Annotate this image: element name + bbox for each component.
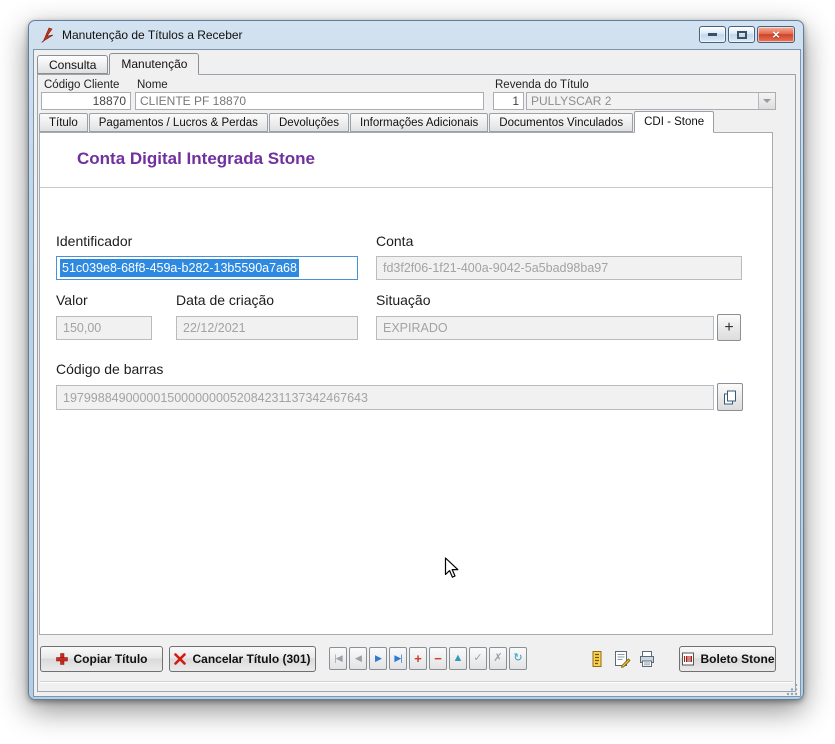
revenda-combo-dropdown-button[interactable]	[758, 93, 775, 109]
cancelar-titulo-label: Cancelar Título (301)	[192, 652, 311, 666]
notepad-icon	[592, 651, 602, 667]
codigo-cliente-field[interactable]: 18870	[41, 92, 131, 110]
window-title: Manutenção de Títulos a Receber	[62, 28, 243, 42]
nav-refresh-button[interactable]: ↻	[509, 647, 527, 670]
copiar-titulo-button[interactable]: Copiar Título	[40, 646, 163, 672]
window-client-area: Consulta Manutenção Código Cliente 18870…	[33, 49, 801, 697]
maximize-button[interactable]	[728, 26, 755, 43]
data-criacao-label: Data de criação	[176, 292, 275, 308]
nav-first-button[interactable]: |◀	[329, 647, 347, 670]
nav-cancel-button[interactable]: ✗	[489, 647, 507, 670]
tab-pagamentos-lucros-perdas[interactable]: Pagamentos / Lucros & Perdas	[88, 113, 268, 132]
cdi-stone-panel: Conta Digital Integrada Stone Identifica…	[39, 132, 773, 635]
status-divider	[40, 681, 793, 682]
minimize-icon	[708, 33, 717, 36]
sub-tab-bar: Título Pagamentos / Lucros & Perdas Devo…	[39, 111, 715, 133]
nav-next-icon: ▶	[375, 653, 382, 663]
toolbar-icon-group	[587, 647, 657, 671]
tab-titulo[interactable]: Título	[39, 113, 88, 132]
valor-field[interactable]: 150,00	[56, 316, 152, 340]
window-controls: ×	[699, 26, 795, 43]
conta-label: Conta	[376, 233, 414, 249]
tab-devolucoes[interactable]: Devoluções	[268, 113, 350, 132]
identificador-field[interactable]: 51c039e8-68f8-459a-b282-13b5590a7a68	[56, 256, 358, 280]
copy-barcode-button[interactable]	[717, 383, 743, 411]
nav-post-button[interactable]: ✓	[469, 647, 487, 670]
revenda-label: Revenda do Título	[495, 79, 589, 91]
boleto-stone-button[interactable]: Boleto Stone	[679, 646, 776, 672]
printer-button[interactable]	[637, 649, 657, 669]
nome-field[interactable]: CLIENTE PF 18870	[135, 92, 484, 110]
heading-divider	[40, 187, 772, 188]
notepad-button[interactable]	[587, 649, 607, 669]
codigo-barras-label: Código de barras	[56, 361, 164, 377]
tab-documentos-vinculados[interactable]: Documentos Vinculados	[489, 113, 634, 132]
nav-last-icon: ▶|	[394, 653, 402, 663]
nav-edit-button[interactable]: ▲	[449, 647, 467, 670]
nav-insert-icon: +	[414, 651, 422, 666]
nome-label: Nome	[137, 79, 168, 91]
nav-delete-button[interactable]: −	[429, 647, 447, 670]
main-tab-bar: Consulta Manutenção	[37, 52, 200, 75]
codigo-cliente-label: Código Cliente	[44, 79, 120, 91]
data-criacao-field[interactable]: 22/12/2021	[176, 316, 358, 340]
nav-post-icon: ✓	[473, 652, 483, 664]
valor-label: Valor	[56, 292, 88, 308]
record-navigator: |◀ ◀ ▶ ▶| + − ▲ ✓ ✗ ↻	[329, 647, 527, 670]
close-icon: ×	[772, 27, 780, 42]
cancel-x-icon	[174, 653, 187, 665]
nav-insert-button[interactable]: +	[409, 647, 427, 670]
tab-consulta[interactable]: Consulta	[37, 55, 109, 74]
situacao-add-icon: +	[724, 318, 734, 336]
situacao-field[interactable]: EXPIRADO	[376, 316, 714, 340]
identificador-selected-text: 51c039e8-68f8-459a-b282-13b5590a7a68	[60, 259, 299, 277]
copy-plus-icon	[55, 653, 68, 665]
panel-heading: Conta Digital Integrada Stone	[77, 149, 316, 168]
combo-arrow-icon	[763, 99, 771, 103]
manutencao-tab-page: Código Cliente 18870 Nome CLIENTE PF 188…	[37, 74, 796, 692]
document-edit-icon	[615, 651, 631, 668]
app-icon[interactable]	[39, 27, 55, 43]
nav-last-button[interactable]: ▶|	[389, 647, 407, 670]
nav-prior-button[interactable]: ◀	[349, 647, 367, 670]
nav-first-icon: |◀	[334, 653, 342, 663]
resize-grip-icon	[786, 683, 798, 696]
conta-field[interactable]: fd3f2f06-1f21-400a-9042-5a5bad98ba97	[376, 256, 742, 280]
titlebar[interactable]: Manutenção de Títulos a Receber ×	[29, 21, 803, 49]
nav-refresh-icon: ↻	[513, 652, 523, 664]
nav-cancel-icon: ✗	[493, 652, 503, 664]
boleto-stone-label: Boleto Stone	[700, 652, 775, 666]
situacao-add-button[interactable]: +	[717, 314, 741, 341]
app-icon-glyph	[40, 27, 54, 43]
copiar-titulo-label: Copiar Título	[73, 652, 148, 666]
minimize-button[interactable]	[699, 26, 726, 43]
revenda-numero-field[interactable]: 1	[493, 92, 524, 110]
identificador-label: Identificador	[56, 233, 133, 249]
cancelar-titulo-button[interactable]: Cancelar Título (301)	[169, 646, 316, 672]
nav-next-button[interactable]: ▶	[369, 647, 387, 670]
nav-edit-icon: ▲	[452, 652, 464, 664]
nav-delete-icon: −	[434, 651, 442, 666]
close-button[interactable]: ×	[757, 26, 795, 43]
document-edit-button[interactable]	[612, 649, 632, 669]
copy-icon	[724, 390, 736, 404]
app-window: Manutenção de Títulos a Receber × Consul…	[28, 20, 804, 700]
tab-cdi-stone[interactable]: CDI - Stone	[634, 111, 715, 133]
resize-grip[interactable]	[785, 682, 799, 696]
revenda-combo[interactable]: PULLYSCAR 2	[526, 92, 776, 110]
tab-manutencao[interactable]: Manutenção	[109, 53, 200, 75]
tab-informacoes-adicionais[interactable]: Informações Adicionais	[350, 113, 489, 132]
situacao-label: Situação	[376, 292, 431, 308]
printer-icon	[640, 651, 654, 667]
boleto-icon	[681, 652, 694, 666]
nav-prior-icon: ◀	[355, 653, 362, 663]
maximize-icon	[736, 30, 747, 39]
codigo-barras-field[interactable]: 1979988490000015000000005208423113734246…	[56, 385, 714, 410]
revenda-combo-value: PULLYSCAR 2	[531, 94, 612, 108]
